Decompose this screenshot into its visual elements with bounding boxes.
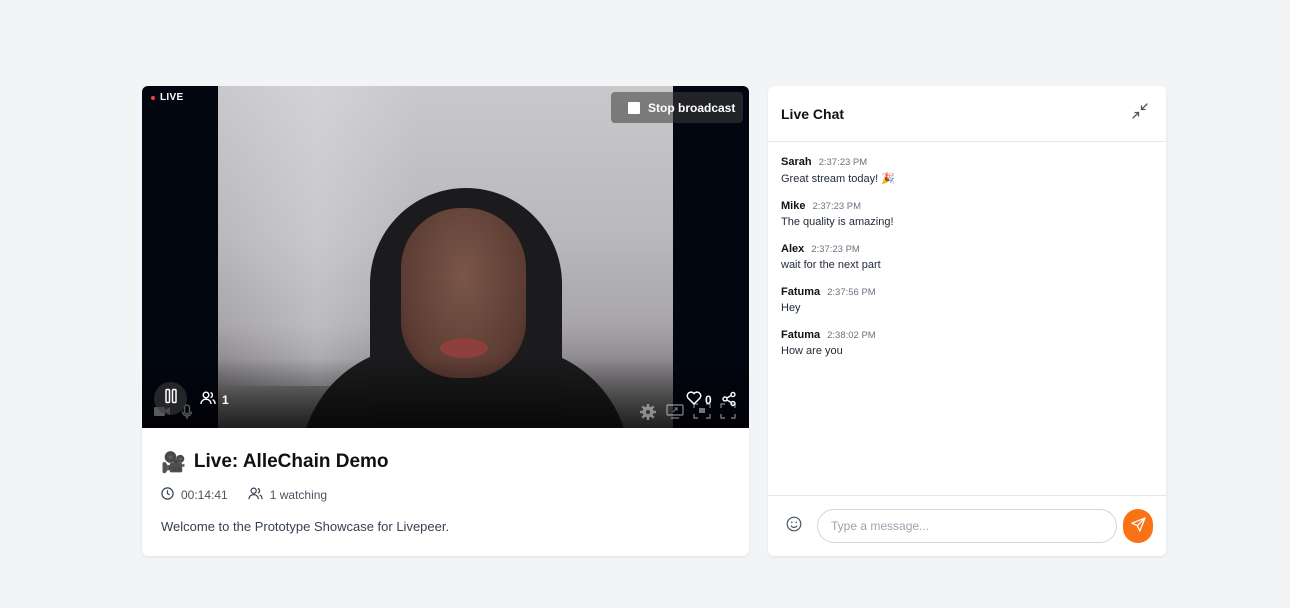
watching-value: 1 watching [269, 488, 328, 502]
pause-button[interactable] [154, 382, 187, 415]
message-input[interactable] [817, 509, 1118, 543]
message-user: Fatuma [781, 286, 821, 298]
users-icon [200, 391, 216, 408]
stop-icon [628, 101, 640, 114]
viewer-count: 1 [200, 391, 229, 408]
message-user: Sarah [781, 156, 812, 168]
viewer-count-value: 1 [222, 392, 229, 407]
send-icon [1130, 517, 1146, 535]
chat-title: Live Chat [781, 105, 845, 122]
duration-value: 00:14:41 [181, 488, 228, 502]
stream-panel: LIVE Stop broadcast 1 0 🎥 Live: AlleChai… [142, 86, 749, 556]
message-user: Mike [781, 200, 806, 212]
message-text: wait for the next part [781, 259, 881, 271]
chat-message: Sarah 2:37:23 PM Great stream today! 🎉 [781, 156, 1153, 185]
stop-broadcast-button[interactable]: Stop broadcast [611, 92, 743, 123]
chat-message: Fatuma 2:38:02 PM How are you [781, 329, 1153, 357]
settings-icon[interactable] [639, 403, 657, 426]
message-time: 2:38:02 PM [827, 330, 876, 341]
stop-broadcast-label: Stop broadcast [648, 100, 736, 115]
message-time: 2:37:56 PM [827, 287, 876, 298]
screen-share-icon[interactable] [666, 403, 684, 426]
collapse-chat-button[interactable] [1132, 103, 1148, 124]
message-text: The quality is amazing! [781, 216, 894, 228]
stream-duration: 00:14:41 [161, 487, 228, 503]
chat-header: Live Chat [768, 86, 1166, 142]
emoji-button[interactable] [786, 516, 802, 537]
fullscreen-icon[interactable] [720, 403, 736, 426]
stream-title: Live: AlleChain Demo [193, 451, 389, 472]
player-extra-controls [639, 403, 736, 426]
message-time: 2:37:23 PM [818, 157, 868, 168]
stream-info-card: 🎥 Live: AlleChain Demo 00:14:41 1 watchi… [142, 428, 749, 556]
live-dot [151, 95, 155, 100]
video-camera-emoji: 🎥 [161, 451, 186, 474]
collapse-icon [1132, 103, 1148, 124]
live-label: LIVE [160, 92, 184, 103]
send-button[interactable] [1123, 509, 1153, 543]
message-time: 2:37:23 PM [812, 201, 862, 212]
chat-messages: Sarah 2:37:23 PM Great stream today! 🎉 Mi… [768, 142, 1166, 357]
chat-message: Mike 2:37:23 PM The quality is amazing! [781, 200, 1153, 228]
message-text: Great stream today! 🎉 [781, 173, 895, 185]
chat-message: Alex 2:37:23 PM wait for the next part [781, 243, 1153, 271]
watching-count: 1 watching [248, 487, 327, 503]
users-icon [248, 487, 263, 503]
message-text: Hey [781, 302, 801, 314]
clock-icon [161, 487, 174, 503]
message-user: Fatuma [781, 329, 821, 341]
stream-meta: 00:14:41 1 watching [161, 487, 730, 503]
live-badge: LIVE [151, 92, 183, 103]
chat-composer [768, 495, 1166, 556]
message-text: How are you [781, 345, 843, 357]
message-time: 2:37:23 PM [811, 244, 860, 255]
message-user: Alex [781, 243, 805, 255]
pip-icon[interactable] [693, 403, 711, 426]
chat-message: Fatuma 2:37:56 PM Hey [781, 286, 1153, 314]
video-player[interactable]: LIVE Stop broadcast 1 0 [142, 86, 749, 428]
smile-icon [786, 516, 802, 537]
stream-description: Welcome to the Prototype Showcase for Li… [161, 519, 450, 534]
pause-icon [164, 388, 178, 409]
stream-title-row: 🎥 Live: AlleChain Demo [161, 448, 730, 476]
live-chat-panel: Live Chat Sarah 2:37:23 PM Great stream t… [768, 86, 1166, 556]
